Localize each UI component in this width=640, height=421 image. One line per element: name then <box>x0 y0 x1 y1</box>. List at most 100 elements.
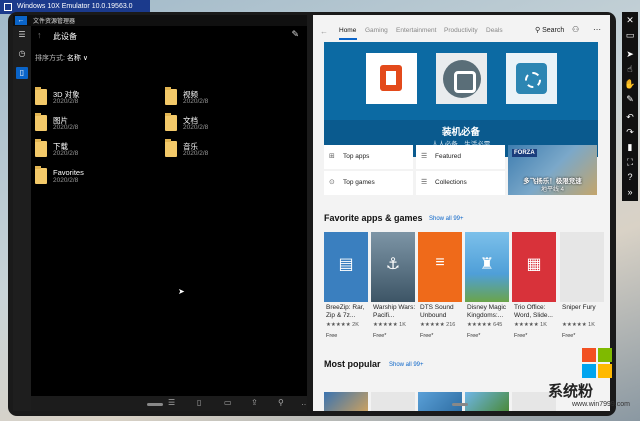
hex-app-icon <box>443 60 481 98</box>
search-icon[interactable]: ⚲ <box>278 398 284 407</box>
category-label: Top games <box>343 179 375 186</box>
app-price: Free* <box>514 333 528 339</box>
posture-icon[interactable]: ▮ <box>622 141 638 153</box>
folder-icon <box>165 87 177 105</box>
category-featured[interactable]: ☰ Featured <box>416 145 505 169</box>
list-view-icon[interactable]: ☰ <box>168 398 175 407</box>
app-card[interactable]: ▤ BreeZip: Rar, Zip & 7z... ★★★★★ 2K Fre… <box>324 232 368 342</box>
help-icon[interactable]: ? <box>622 171 638 183</box>
folder-item[interactable]: 图片 2020/2/8 <box>35 113 155 136</box>
app-card[interactable]: ≡ DTS Sound Unbound ★★★★★ 216 Free* <box>418 232 462 342</box>
folder-date: 2020/2/8 <box>53 150 79 157</box>
hamburger-icon[interactable]: ☰ <box>16 29 28 41</box>
dts-icon: ≡ <box>435 254 445 271</box>
fit-icon[interactable]: ⛶ <box>622 156 638 168</box>
popular-tile[interactable] <box>418 392 462 411</box>
favorites-section-title: Favorite apps & games <box>324 213 423 223</box>
popular-section-title: Most popular <box>324 359 381 369</box>
more-icon[interactable]: … <box>301 398 307 407</box>
office-icon <box>380 65 402 91</box>
store-search-button[interactable]: ⚲ Search <box>535 26 564 34</box>
app-name: Sniper Fury <box>562 304 596 311</box>
folder-date: 2020/2/8 <box>53 98 79 105</box>
folder-item[interactable]: 音乐 2020/2/8 <box>165 139 285 162</box>
tab-home[interactable]: Home <box>339 27 356 34</box>
popular-tile[interactable] <box>324 392 368 411</box>
folder-item[interactable]: 3D 对象 2020/2/8 <box>35 87 155 110</box>
emulator-toolbar: ✕ ▭ ➤ ☝ ✋ ✎ ↶ ↷ ▮ ⛶ ? » <box>622 12 638 201</box>
forza-promo-card[interactable]: FORZA 多飞扬乐！极限竞速 地平线 4 <box>508 145 597 195</box>
app-card[interactable]: Sniper Fury ★★★★★ 1K Free* <box>560 232 604 342</box>
share-icon[interactable]: ⇪ <box>251 398 258 407</box>
device-icon[interactable]: ▯ <box>16 67 28 79</box>
folder-icon <box>35 87 47 105</box>
path-bar: ↑ 此设备 ✎ <box>31 26 307 46</box>
popular-tile[interactable] <box>465 392 509 411</box>
folder-date: 2020/2/8 <box>183 124 209 131</box>
back-button[interactable]: ← <box>15 16 27 25</box>
category-collections[interactable]: ☰ Collections <box>416 171 505 195</box>
copy-icon[interactable]: ▯ <box>197 398 201 407</box>
popular-show-all-link[interactable]: Show all 99+ <box>389 362 424 368</box>
favorites-show-all-link[interactable]: Show all 99+ <box>429 216 464 222</box>
sort-value: 名称 ∨ <box>66 55 88 62</box>
grid-icon: ⊞ <box>329 153 335 160</box>
app-image: ♜ <box>465 232 509 302</box>
snip-app-tile[interactable] <box>506 53 557 104</box>
folder-icon <box>35 166 47 184</box>
folder-icon <box>165 139 177 157</box>
popular-tile[interactable] <box>371 392 415 411</box>
tab-productivity[interactable]: Productivity <box>444 27 478 34</box>
app-rating: ★★★★★ 1K <box>514 322 547 328</box>
multitouch-icon[interactable]: ✋ <box>622 78 638 90</box>
app-rating: ★★★★★ 1K <box>373 322 406 328</box>
hero-banner[interactable]: 装机必备 人人必备，生活必需 <box>324 42 598 157</box>
app-card[interactable]: ▦ Trio Office: Word, Slide... ★★★★★ 1K F… <box>512 232 556 342</box>
app-card[interactable]: ⚓ Warship Wars: Pacifi... ★★★★★ 1K Free* <box>371 232 415 342</box>
folder-item[interactable]: Favorites 2020/2/8 <box>35 166 155 189</box>
more-icon[interactable]: ⋯ <box>593 25 601 34</box>
app-card[interactable]: ♜ Disney Magic Kingdoms:... ★★★★★ 645 Fr… <box>465 232 509 342</box>
pen-icon[interactable]: ✎ <box>622 93 638 105</box>
folder-date: 2020/2/8 <box>183 150 209 157</box>
rotate-left-icon[interactable]: ↶ <box>622 111 638 123</box>
mouse-cursor-icon: ➤ <box>178 287 185 296</box>
folder-item[interactable]: 下载 2020/2/8 <box>35 139 155 162</box>
folder-item[interactable]: 文档 2020/2/8 <box>165 113 285 136</box>
minimize-icon[interactable]: ▭ <box>622 29 638 41</box>
sort-dropdown[interactable]: 排序方式: 名称 ∨ <box>35 53 88 63</box>
folder-item[interactable]: 视频 2020/2/8 <box>165 87 285 110</box>
close-icon[interactable]: ✕ <box>622 14 638 26</box>
office-app-tile[interactable] <box>366 53 417 104</box>
tab-gaming[interactable]: Gaming <box>365 27 388 34</box>
clock-icon[interactable]: ◷ <box>16 48 28 60</box>
app-price: Free* <box>467 333 481 339</box>
folder-name: Favorites <box>53 168 84 177</box>
app-rating: ★★★★★ 2K <box>326 322 359 328</box>
rotate-right-icon[interactable]: ↷ <box>622 126 638 138</box>
right-home-indicator[interactable] <box>452 403 468 406</box>
up-arrow-icon[interactable]: ↑ <box>37 30 42 40</box>
touch-icon[interactable]: ☝ <box>622 63 638 75</box>
pen-icon[interactable]: ✎ <box>291 29 299 40</box>
tab-deals[interactable]: Deals <box>486 27 503 34</box>
category-label: Top apps <box>343 153 370 160</box>
right-screen: ← Home Gaming Entertainment Productivity… <box>313 15 610 411</box>
gamepad-icon: ⊙ <box>329 179 335 186</box>
category-top-apps[interactable]: ⊞ Top apps <box>324 145 413 169</box>
app-image <box>560 232 604 302</box>
app-name: DTS Sound Unbound <box>420 304 454 319</box>
paste-icon[interactable]: ▭ <box>224 398 232 407</box>
warship-icon: ⚓ <box>385 256 401 273</box>
folder-icon <box>35 139 47 157</box>
app-price: Free* <box>562 333 576 339</box>
app-image: ▤ <box>324 232 368 302</box>
left-home-indicator[interactable] <box>147 403 163 406</box>
expand-icon[interactable]: » <box>622 186 638 198</box>
tab-entertainment[interactable]: Entertainment <box>396 27 436 34</box>
hex-app-tile[interactable] <box>436 53 487 104</box>
select-icon[interactable]: ➤ <box>622 48 638 60</box>
user-icon[interactable]: ⚇ <box>572 25 579 34</box>
store-back-button[interactable]: ← <box>320 27 328 36</box>
category-top-games[interactable]: ⊙ Top games <box>324 171 413 195</box>
